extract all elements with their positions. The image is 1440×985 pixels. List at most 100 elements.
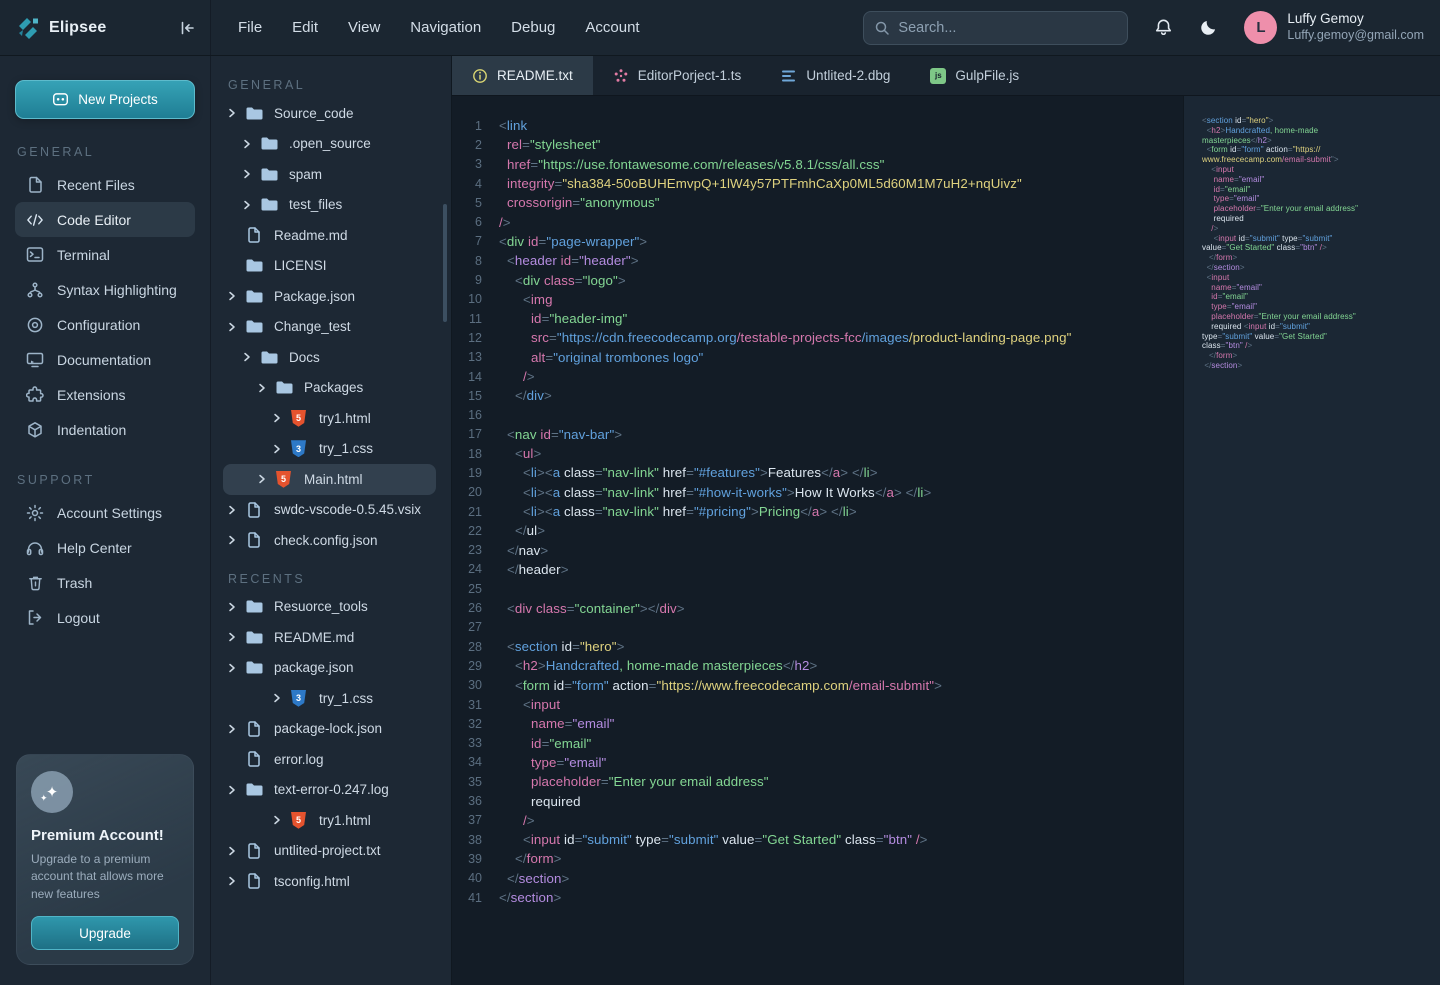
chevron-right-icon[interactable]: [242, 352, 256, 362]
tree-item-try-1.css[interactable]: 3try_1.css: [223, 683, 436, 714]
menu-item-account[interactable]: Account: [575, 13, 649, 42]
dark-mode-moon-icon[interactable]: [1199, 18, 1218, 37]
tree-item-package-lock.json[interactable]: package-lock.json: [223, 714, 436, 745]
chevron-right-icon[interactable]: [227, 505, 241, 515]
sidebar-item-code-editor[interactable]: Code Editor: [15, 202, 195, 237]
tree-item-docs[interactable]: Docs: [223, 342, 436, 373]
tree-item-packages[interactable]: Packages: [223, 373, 436, 404]
chevron-right-icon[interactable]: [227, 602, 241, 612]
search-box[interactable]: [863, 11, 1128, 45]
line-number: 9: [452, 273, 482, 287]
sidebar-item-indentation[interactable]: Indentation: [15, 412, 195, 447]
menu-item-edit[interactable]: Edit: [282, 13, 328, 42]
notifications-bell-icon[interactable]: [1154, 18, 1173, 37]
chevron-right-icon[interactable]: [227, 846, 241, 856]
tab-untlited-2.dbg[interactable]: Untlited-2.dbg: [761, 56, 910, 95]
new-projects-button[interactable]: New Projects: [15, 80, 195, 119]
chevron-right-icon[interactable]: [227, 291, 241, 301]
code-line: 23</nav>: [452, 541, 1183, 560]
tree-item-readme.md[interactable]: Readme.md: [223, 220, 436, 251]
folder-icon: [244, 660, 263, 675]
tree-item-package.json[interactable]: Package.json: [223, 281, 436, 312]
code-editor-area[interactable]: 1<link2rel="stylesheet"3href="https://us…: [452, 96, 1183, 985]
chevron-right-icon[interactable]: [272, 815, 286, 825]
sidebar-item-terminal[interactable]: Terminal: [15, 237, 195, 272]
tree-item-change-test[interactable]: Change_test: [223, 312, 436, 343]
chevron-right-icon[interactable]: [257, 383, 271, 393]
tree-item-untlited-project.txt[interactable]: untlited-project.txt: [223, 836, 436, 867]
sidebar-item-account-settings[interactable]: Account Settings: [15, 495, 195, 530]
tree-item-source-code[interactable]: Source_code: [223, 98, 436, 129]
chevron-right-icon[interactable]: [227, 632, 241, 642]
syntax-highlighting-icon: [26, 281, 44, 299]
chevron-right-icon[interactable]: [272, 413, 286, 423]
sidebar-item-label: Configuration: [57, 317, 140, 333]
minimap-line: </section>: [1202, 361, 1430, 371]
chevron-right-icon[interactable]: [242, 139, 256, 149]
tree-item-try-1.css[interactable]: 3try_1.css: [223, 434, 436, 465]
minimap-line: />: [1202, 224, 1430, 234]
code-line: 35placeholder="Enter your email address": [452, 772, 1183, 791]
chevron-right-icon[interactable]: [227, 322, 241, 332]
chevron-right-icon[interactable]: [257, 474, 271, 484]
tree-item-test-files[interactable]: test_files: [223, 190, 436, 221]
sidebar-item-trash[interactable]: Trash: [15, 565, 195, 600]
tree-item-label: Package.json: [274, 289, 355, 304]
chevron-right-icon[interactable]: [272, 693, 286, 703]
tree-item-check.config.json[interactable]: check.config.json: [223, 525, 436, 556]
folder-icon: [244, 319, 263, 334]
minimap[interactable]: <section id="hero"> <h2>Handcrafted, hom…: [1183, 96, 1440, 985]
folder-icon: [259, 197, 278, 212]
chevron-right-icon[interactable]: [272, 444, 286, 454]
tab-editorporject-1.ts[interactable]: EditorPorject-1.ts: [593, 56, 762, 95]
tree-item-label: try_1.css: [319, 691, 373, 706]
chevron-right-icon[interactable]: [227, 876, 241, 886]
tree-item-resuorce-tools[interactable]: Resuorce_tools: [223, 592, 436, 623]
chevron-right-icon[interactable]: [227, 724, 241, 734]
menu-item-view[interactable]: View: [338, 13, 390, 42]
tree-item-tsconfig.html[interactable]: tsconfig.html: [223, 866, 436, 897]
user-avatar[interactable]: L: [1244, 11, 1277, 44]
tree-item-.open-source[interactable]: .open_source: [223, 129, 436, 160]
tree-item-text-error-0.247.log[interactable]: text-error-0.247.log: [223, 775, 436, 806]
sidebar-item-logout[interactable]: Logout: [15, 600, 195, 635]
file-icon: [244, 227, 263, 243]
menu-item-navigation[interactable]: Navigation: [400, 13, 491, 42]
tab-readme.txt[interactable]: README.txt: [452, 56, 593, 95]
upgrade-button[interactable]: Upgrade: [31, 916, 179, 950]
topbar: Elipsee FileEditViewNavigationDebugAccou…: [0, 0, 1440, 56]
code-text: <div class="logo">: [499, 273, 626, 288]
sidebar-item-extensions[interactable]: Extensions: [15, 377, 195, 412]
collapse-sidebar-icon[interactable]: [178, 19, 196, 37]
sidebar-item-recent-files[interactable]: Recent Files: [15, 167, 195, 202]
tree-item-try1.html[interactable]: 5try1.html: [223, 805, 436, 836]
tree-item-try1.html[interactable]: 5try1.html: [223, 403, 436, 434]
sidebar-item-syntax-highlighting[interactable]: Syntax Highlighting: [15, 272, 195, 307]
tree-item-main.html[interactable]: 5Main.html: [223, 464, 436, 495]
code-text: </section>: [499, 890, 561, 905]
sidebar-item-documentation[interactable]: Documentation: [15, 342, 195, 377]
chevron-right-icon[interactable]: [227, 785, 241, 795]
tree-item-swdc-vscode-0.5.45.vsix[interactable]: swdc-vscode-0.5.45.vsix: [223, 495, 436, 526]
sidebar-item-label: Logout: [57, 610, 100, 626]
sidebar-item-help-center[interactable]: Help Center: [15, 530, 195, 565]
minimap-line: value="Get Started" class="btn" />: [1202, 243, 1430, 253]
search-input[interactable]: [898, 20, 1098, 36]
chevron-right-icon[interactable]: [227, 108, 241, 118]
menu-item-file[interactable]: File: [228, 13, 272, 42]
tab-gulpfile.js[interactable]: jsGulpFile.js: [910, 56, 1039, 95]
menu-item-debug[interactable]: Debug: [501, 13, 565, 42]
tree-item-spam[interactable]: spam: [223, 159, 436, 190]
tree-item-error.log[interactable]: error.log: [223, 744, 436, 775]
code-text: src="https://cdn.freecodecamp.org/testab…: [499, 330, 1071, 345]
chevron-right-icon[interactable]: [227, 535, 241, 545]
code-line: 28<section id="hero">: [452, 637, 1183, 656]
tree-item-licensi[interactable]: LICENSI: [223, 251, 436, 282]
tree-item-package.json[interactable]: package.json: [223, 653, 436, 684]
explorer-scrollbar[interactable]: [443, 204, 447, 322]
chevron-right-icon[interactable]: [227, 663, 241, 673]
tree-item-readme.md[interactable]: README.md: [223, 622, 436, 653]
chevron-right-icon[interactable]: [242, 200, 256, 210]
sidebar-item-configuration[interactable]: Configuration: [15, 307, 195, 342]
chevron-right-icon[interactable]: [242, 169, 256, 179]
